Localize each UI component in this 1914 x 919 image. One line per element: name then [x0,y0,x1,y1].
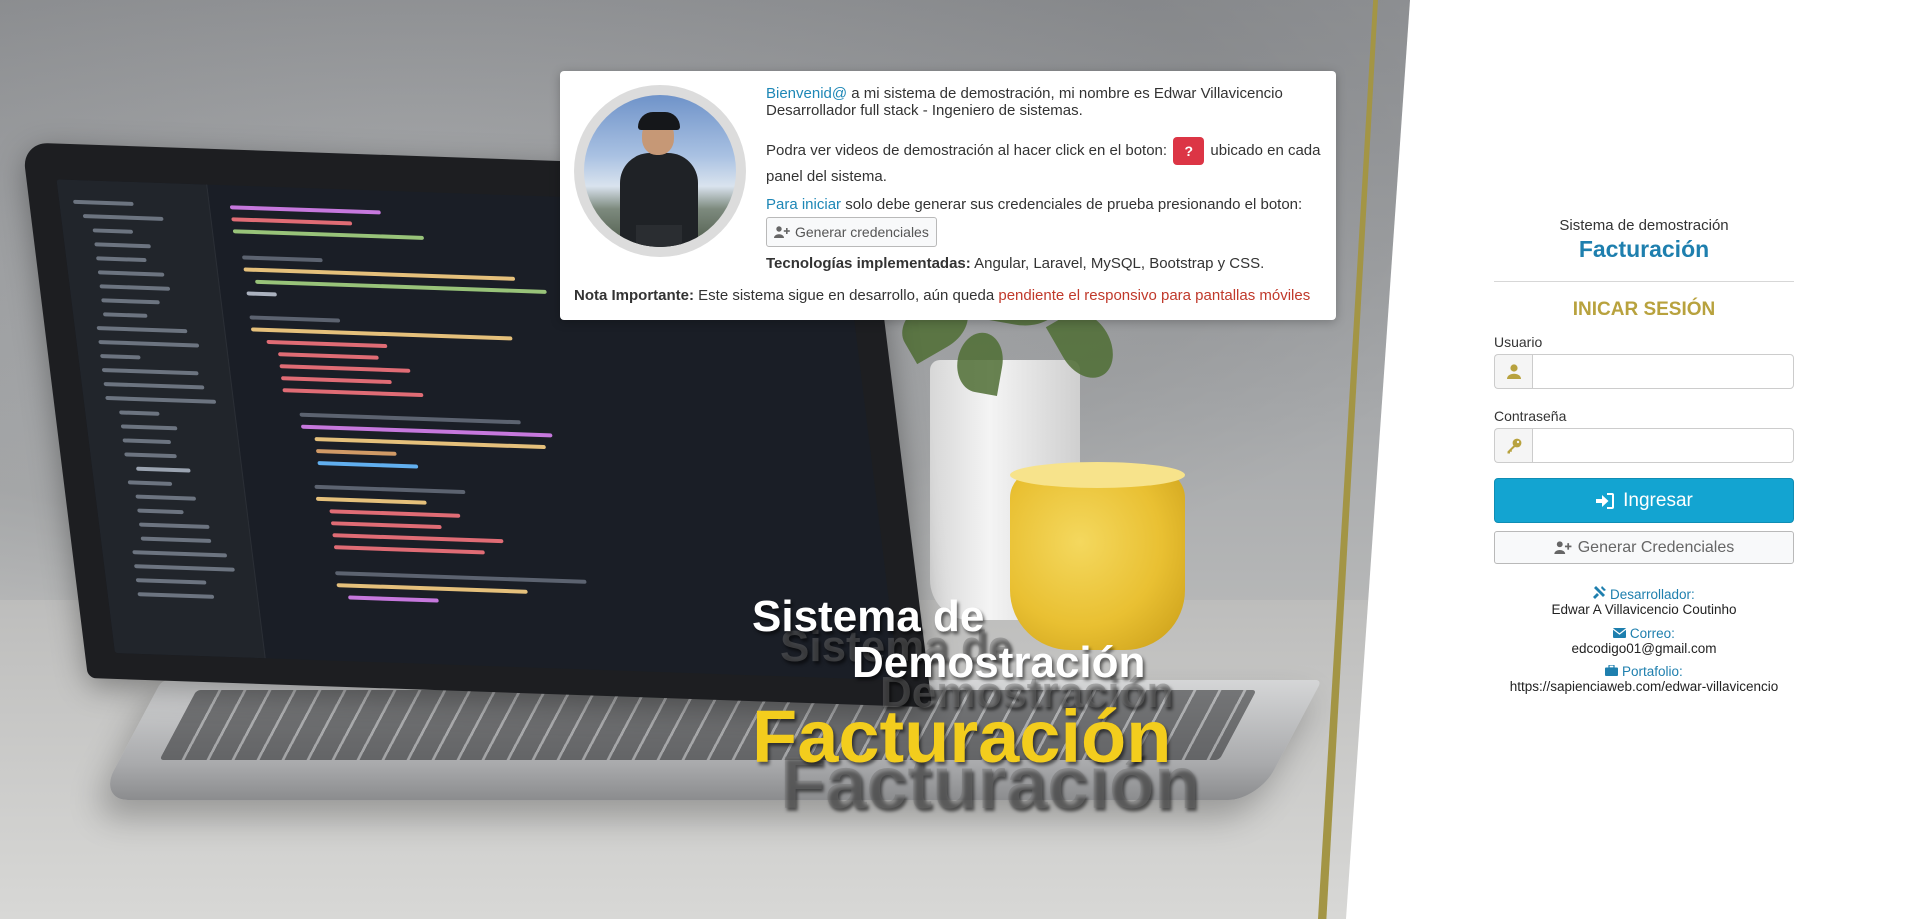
tech-value: Angular, Laravel, MySQL, Bootstrap y CSS… [970,255,1265,272]
developer-heading: Desarrollador: [1494,586,1794,602]
login-heading: INICAR SESIÓN [1572,299,1716,320]
help-icon: ? [1184,143,1194,159]
envelope-icon [1612,628,1627,638]
login-title: Facturación [1578,236,1710,262]
help-button[interactable]: ? [1173,137,1205,165]
login-button-label: Ingresar [1623,489,1693,511]
portfolio-heading: Portafolio: [1494,664,1794,679]
briefcase-icon [1605,664,1619,676]
avatar [574,85,746,257]
login-form: Sistema de demostración Facturación INIC… [1494,0,1794,919]
user-icon [1506,364,1521,379]
divider [1494,281,1794,282]
intro-paragraph: Bienvenid@ a mi sistema de demostración,… [766,85,1322,119]
username-input[interactable] [1532,354,1794,389]
email-value[interactable]: edcodigo01@gmail.com [1494,641,1794,656]
welcome-rest: a mi sistema de demostración, mi nombre … [847,85,1283,102]
profile-photo [584,95,736,247]
yellow-cup-image [1010,470,1185,650]
videos-paragraph: Podra ver videos de demostración al hace… [766,137,1322,189]
user-label: Usuario [1494,334,1543,350]
email-info: Correo: edcodigo01@gmail.com [1494,626,1794,656]
developer-role: Desarrollador full stack - Ingeniero de … [766,102,1083,119]
user-input-group [1494,354,1794,389]
password-input[interactable] [1532,428,1794,463]
tech-paragraph: Tecnologías implementadas: Angular, Lara… [766,255,1322,272]
tools-icon [1593,586,1607,599]
note-text: Este sistema sigue en desarrollo, aún qu… [694,287,999,304]
login-button[interactable]: Ingresar [1494,478,1794,523]
portfolio-info: Portafolio: https://sapienciaweb.com/edw… [1494,664,1794,694]
developer-info: Desarrollador: Edwar A Villavicencio Cou… [1494,586,1794,617]
welcome-link[interactable]: Bienvenid@ [766,85,847,102]
important-note: Nota Importante: Este sistema sigue en d… [574,287,1326,304]
hero-line1: Sistema de [752,592,985,641]
welcome-card: Bienvenid@ a mi sistema de demostración,… [560,71,1336,320]
email-label: Correo: [1629,626,1675,641]
tech-label: Tecnologías implementadas: [766,255,971,272]
user-addon [1494,354,1532,389]
sign-in-icon [1596,492,1615,509]
note-highlight: pendiente el responsivo para pantallas m… [998,287,1311,304]
password-addon [1494,428,1532,463]
developer-name: Edwar A Villavicencio Coutinho [1551,602,1737,617]
password-label: Contraseña [1494,408,1567,424]
user-plus-icon [1554,541,1572,554]
start-rest: solo debe generar sus credenciales de pr… [841,196,1303,213]
note-label: Nota Importante: [574,287,694,304]
user-plus-icon [774,226,790,238]
welcome-text: Bienvenid@ a mi sistema de demostración,… [766,85,1322,272]
email-heading: Correo: [1494,626,1794,641]
login-subtitle: Sistema de demostración [1559,217,1729,234]
file-tree-image [56,179,266,659]
hero-line3: Facturación [752,695,1172,778]
generate-credentials-button[interactable]: Generar Credenciales [1494,531,1794,564]
developer-label: Desarrollador: [1609,587,1695,602]
generate-credentials-small-button[interactable]: Generar credenciales [766,217,937,247]
portfolio-label: Portafolio: [1621,664,1683,679]
cup-rim [1010,462,1185,488]
portfolio-url[interactable]: https://sapienciaweb.com/edwar-villavice… [1494,679,1794,694]
generate-credentials-small-label: Generar credenciales [795,224,929,240]
start-link[interactable]: Para iniciar [766,196,841,213]
hero-line2: Demostración [852,638,1146,687]
start-paragraph: Para iniciar solo debe generar sus crede… [766,195,1322,247]
videos-text-before: Podra ver videos de demostración al hace… [766,141,1168,159]
password-input-group [1494,428,1794,463]
generate-credentials-label: Generar Credenciales [1577,538,1735,556]
key-icon [1507,438,1521,453]
